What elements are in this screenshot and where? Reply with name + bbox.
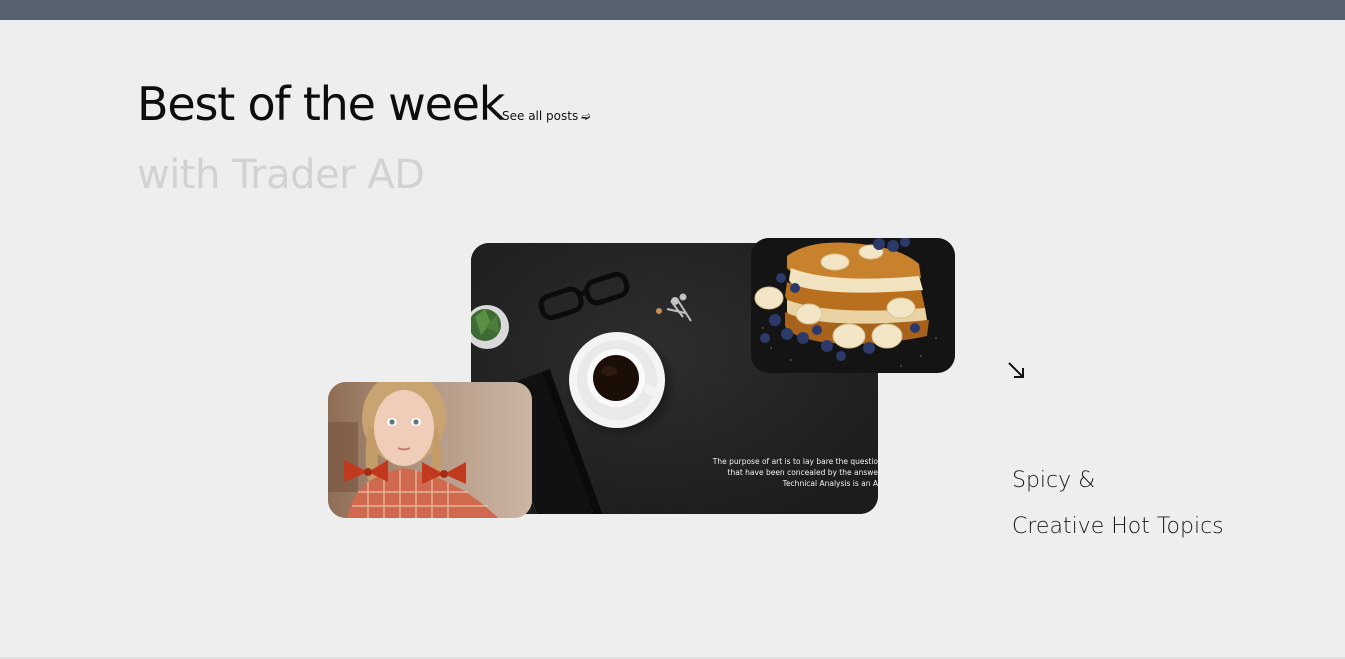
quote-line: The purpose of art is to lay bare the qu… xyxy=(712,457,878,466)
portrait-post-card[interactable] xyxy=(328,382,532,518)
featured-post-quote: The purpose of art is to lay bare the qu… xyxy=(678,456,878,489)
see-all-label: See all posts xyxy=(502,109,579,123)
top-bar xyxy=(0,0,1345,20)
girl-portrait-image xyxy=(328,382,532,518)
page-title: Best of the week xyxy=(137,77,505,131)
quote-line: Technical Analysis is an A xyxy=(782,479,878,488)
food-post-card[interactable] xyxy=(751,238,955,373)
french-toast-image xyxy=(751,238,955,373)
arrow-down-right-icon[interactable] xyxy=(1006,360,1028,382)
subtitle: with Trader AD xyxy=(137,152,425,198)
see-all-posts-link[interactable]: See all posts ➫ xyxy=(502,109,590,123)
hot-topics: Spicy & Creative Hot Topics xyxy=(1012,458,1224,550)
topics-line-1: Spicy & xyxy=(1012,468,1096,493)
quote-line: that have been concealed by the answe xyxy=(727,468,878,477)
arrow-right-icon: ➫ xyxy=(581,109,591,123)
topics-line-2: Creative Hot Topics xyxy=(1012,514,1224,539)
